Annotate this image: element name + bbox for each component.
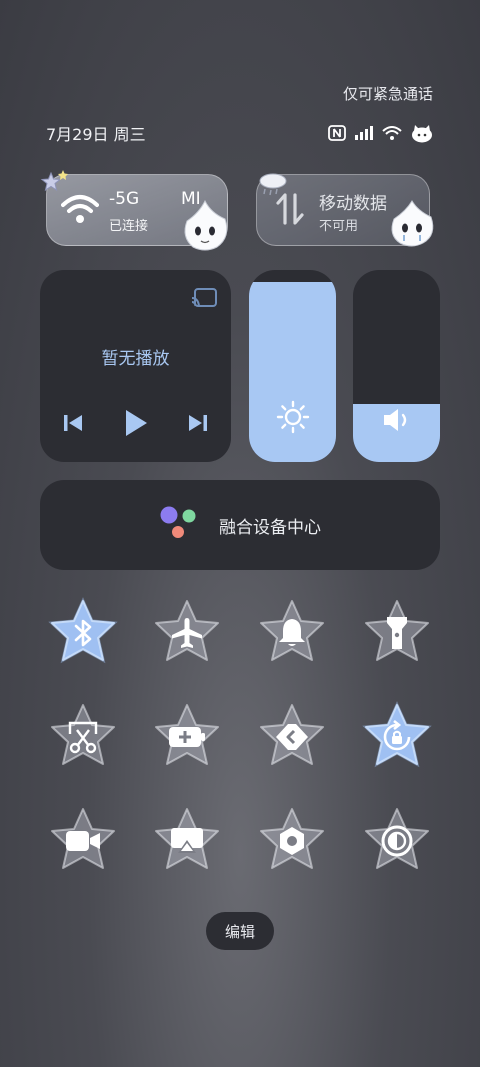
- nfc-icon: [328, 125, 346, 141]
- toggle-nearby-share[interactable]: [256, 701, 328, 773]
- toggle-dark-mode[interactable]: [361, 805, 433, 877]
- flashlight-icon: [385, 615, 409, 655]
- bluetooth-icon: [72, 618, 94, 652]
- toggle-flashlight[interactable]: [361, 597, 433, 669]
- mascot-icon: [410, 123, 434, 143]
- signal-icon: [354, 125, 374, 141]
- brightness-slider[interactable]: [249, 270, 336, 462]
- mascot-decoration-icon: [385, 197, 439, 255]
- sun-icon: [276, 400, 310, 438]
- mobile-data-status: 不可用: [319, 219, 359, 234]
- hexagon-icon: [276, 825, 308, 861]
- wifi-status-icon: [382, 125, 402, 141]
- device-center-card[interactable]: 融合设备中心: [40, 480, 440, 570]
- battery-icon: [168, 725, 206, 753]
- wifi-status: 已连接: [109, 219, 149, 234]
- toggle-screen-record[interactable]: [47, 805, 119, 877]
- toggle-screenshot[interactable]: [47, 701, 119, 773]
- video-icon: [65, 829, 101, 857]
- date-label: 7月29日 周三: [46, 125, 146, 144]
- media-player-card[interactable]: 暂无播放: [40, 270, 231, 462]
- toggle-screencast[interactable]: [151, 805, 223, 877]
- previous-icon[interactable]: [62, 413, 84, 437]
- toggle-bluetooth[interactable]: [47, 597, 119, 669]
- toggle-rotation-lock[interactable]: [361, 701, 433, 773]
- device-center-label: 融合设备中心: [219, 517, 321, 538]
- mobile-data-title: 移动数据: [319, 194, 387, 214]
- cloud-decoration-icon: [257, 171, 291, 201]
- scissors-icon: [67, 720, 99, 758]
- toggle-airplane-mode[interactable]: [151, 597, 223, 669]
- speaker-icon: [381, 406, 413, 438]
- airplane-icon: [170, 616, 204, 654]
- mascot-decoration-icon: [177, 197, 233, 259]
- toggle-battery-saver[interactable]: [151, 701, 223, 773]
- media-status-text: 暂无播放: [101, 349, 170, 369]
- toggle-settings[interactable]: [256, 805, 328, 877]
- wifi-tile[interactable]: -5G MI 已连接: [40, 170, 228, 251]
- edit-button[interactable]: 编辑: [206, 912, 274, 950]
- cast-icon[interactable]: [191, 288, 217, 312]
- play-icon[interactable]: [123, 408, 149, 442]
- contrast-icon: [381, 825, 413, 861]
- star-decoration-icon: [39, 169, 73, 203]
- toggle-ring-mode[interactable]: [256, 597, 328, 669]
- rotation-lock-icon: [380, 719, 414, 758]
- volume-slider[interactable]: [353, 270, 440, 462]
- wifi-network-name: -5G: [109, 189, 140, 209]
- emergency-call-only-text: 仅可紧急通话: [342, 85, 433, 103]
- bell-icon: [277, 617, 307, 653]
- device-center-icon: [159, 505, 201, 545]
- next-icon[interactable]: [187, 413, 209, 437]
- status-bar: 7月29日 周三: [46, 122, 434, 144]
- share-icon: [274, 722, 310, 756]
- screencast-icon: [170, 826, 204, 860]
- mobile-data-tile[interactable]: 移动数据 不可用: [256, 171, 434, 247]
